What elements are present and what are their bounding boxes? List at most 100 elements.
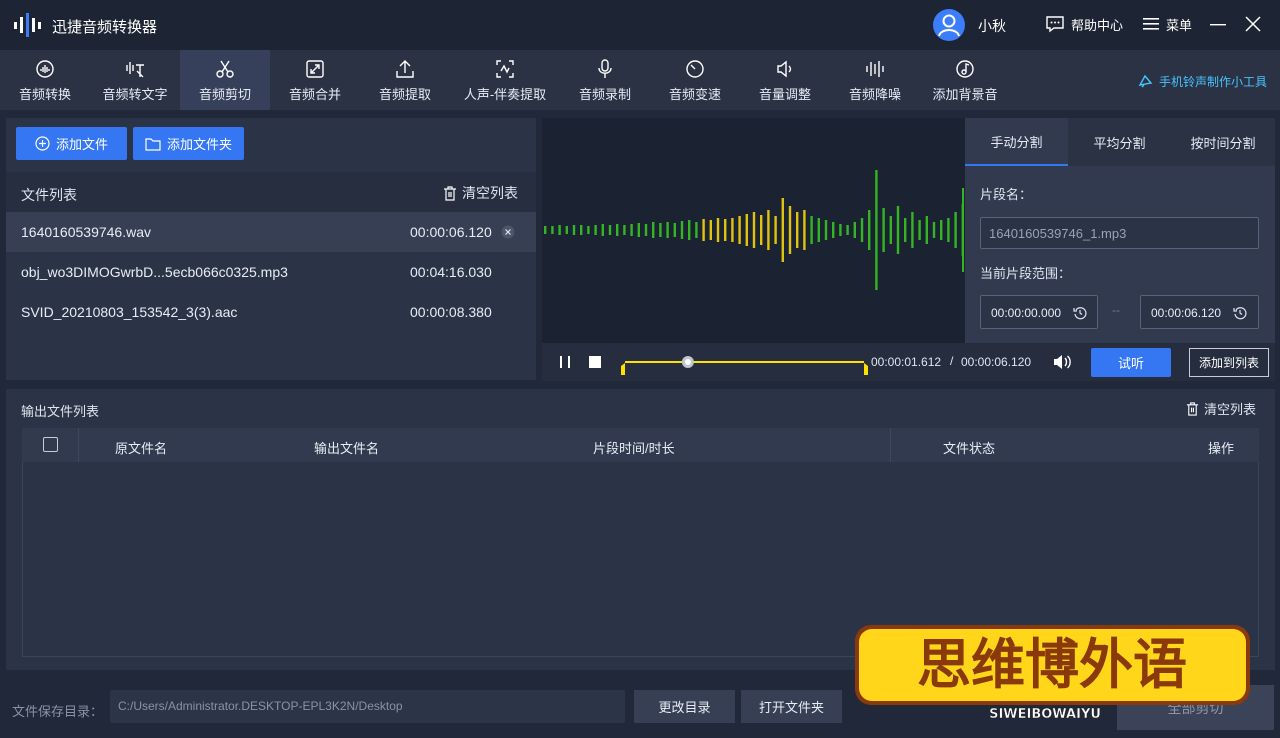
feature-toolbar: 音频转换 音频转文字 音频剪切 音频合并 音频提取 人声-伴奏提取 音频录制 音… <box>0 50 1280 110</box>
tool-label: 音量调整 <box>758 87 811 102</box>
waveform-bar <box>760 215 763 245</box>
tool-label: 音频转文字 <box>102 87 168 102</box>
tool-label: 音频剪切 <box>198 87 251 102</box>
add-folder-button[interactable]: 添加文件夹 <box>133 127 244 160</box>
help-label: 帮助中心 <box>1071 17 1124 33</box>
waveform-bar <box>565 226 568 234</box>
waveform-bar <box>803 210 806 250</box>
waveform-bar <box>860 218 864 242</box>
tab-audio-record[interactable]: 音频录制 <box>560 50 650 110</box>
title-bar: 迅捷音频转换器 小秋 帮助中心 菜单 <box>0 0 1280 50</box>
tab-audio-convert[interactable]: 音频转换 <box>0 50 90 110</box>
audio-convert-icon <box>36 60 54 78</box>
stop-icon[interactable] <box>589 356 601 368</box>
column-header: 输出文件名 <box>314 441 380 456</box>
tab-audio-cut[interactable]: 音频剪切 <box>180 50 270 110</box>
speed-icon <box>686 60 704 78</box>
menu-label: 菜单 <box>1166 17 1193 33</box>
menu-button[interactable]: 菜单 <box>1142 13 1192 35</box>
playhead-handle[interactable] <box>681 356 694 368</box>
waveform-bar <box>853 222 856 238</box>
tab-vocal-extract[interactable]: 人声-伴奏提取 <box>450 50 560 110</box>
file-row[interactable]: SVID_20210803_153542_3(3).aac 00:00:08.3… <box>6 292 536 332</box>
current-time: 00:00:01.612 <box>871 355 942 369</box>
help-center-button[interactable]: 帮助中心 <box>1045 13 1123 35</box>
username[interactable]: 小秋 <box>978 16 1006 36</box>
save-path-field[interactable]: C:/Users/Administrator.DESKTOP-EPL3K2N/D… <box>110 690 625 723</box>
waveform-bar <box>904 218 907 242</box>
tab-volume-adjust[interactable]: 音量调整 <box>740 50 830 110</box>
waveform-bar <box>810 216 813 244</box>
watermark-logo: 思维博外语 SIWEIBOWAIYU <box>855 625 1250 722</box>
range-end-handle[interactable] <box>864 363 868 375</box>
range-start-input[interactable]: 00:00:00.000 <box>980 295 1098 329</box>
range-start-handle[interactable] <box>621 363 625 375</box>
tool-label: 音频提取 <box>378 87 431 102</box>
waveform-bar <box>839 224 842 236</box>
waveform-bar <box>544 226 547 234</box>
close-icon[interactable] <box>1242 13 1264 35</box>
volume-icon[interactable] <box>1052 353 1072 371</box>
column-header: 文件状态 <box>943 441 996 456</box>
tab-average-split[interactable]: 平均分割 <box>1068 118 1171 166</box>
waveform-bar <box>932 222 936 238</box>
user-avatar[interactable] <box>933 9 965 41</box>
waveform-bar <box>587 226 590 234</box>
tab-audio-speed[interactable]: 音频变速 <box>650 50 740 110</box>
history-reset-icon[interactable] <box>1073 306 1087 320</box>
file-duration: 00:00:06.120 <box>410 224 492 240</box>
tab-audio-denoise[interactable]: 音频降噪 <box>830 50 920 110</box>
save-dir-label: 文件保存目录： <box>12 704 104 719</box>
range-end-input[interactable]: 00:00:06.120 <box>1140 295 1259 329</box>
total-time: 00:00:06.120 <box>961 355 1032 369</box>
pause-icon[interactable] <box>558 355 572 369</box>
add-to-list-button[interactable]: 添加到列表 <box>1189 348 1269 377</box>
range-end-value: 00:00:06.120 <box>1151 306 1222 320</box>
waveform-bar <box>623 225 626 235</box>
waveform-bar <box>752 212 756 248</box>
waveform-bar <box>911 212 914 248</box>
trash-icon <box>1186 401 1199 416</box>
file-row[interactable]: obj_wo3DIMOGwrbD...5ecb066c0325.mp3 00:0… <box>6 252 536 292</box>
waveform-bar <box>558 225 561 235</box>
file-duration: 00:04:16.030 <box>410 264 492 280</box>
select-all-checkbox[interactable] <box>43 437 58 452</box>
history-reset-icon[interactable] <box>1233 306 1247 320</box>
file-list-title: 文件列表 <box>21 187 77 203</box>
open-folder-button[interactable]: 打开文件夹 <box>741 690 842 723</box>
waveform-bar <box>608 225 612 235</box>
file-row[interactable]: 1640160539746.wav 00:00:06.120 <box>6 212 536 252</box>
waveform-bar <box>788 206 792 254</box>
trash-icon <box>444 185 456 201</box>
range-slider[interactable] <box>617 351 873 377</box>
ringtone-tool-label: 手机铃声制作小工具 <box>1159 75 1268 89</box>
tool-label: 人声-伴奏提取 <box>463 87 547 102</box>
waveform-view[interactable] <box>542 118 965 343</box>
segment-name-input[interactable]: 1640160539746_1.mp3 <box>980 217 1259 249</box>
tab-audio-merge[interactable]: 音频合并 <box>270 50 360 110</box>
waveform-bar <box>659 223 662 237</box>
waveform-bar <box>738 216 741 244</box>
music-disc-icon <box>956 60 974 78</box>
clear-label: 清空列表 <box>1204 402 1257 417</box>
clear-file-list-button[interactable]: 清空列表 <box>443 183 518 203</box>
change-dir-button[interactable]: 更改目录 <box>634 690 735 723</box>
tab-time-split[interactable]: 按时间分割 <box>1171 118 1275 166</box>
tab-audio-extract[interactable]: 音频提取 <box>360 50 450 110</box>
waveform-bar <box>925 216 928 244</box>
waveform-bar <box>688 220 691 240</box>
minimize-icon[interactable] <box>1207 13 1229 35</box>
preview-button[interactable]: 试听 <box>1091 348 1171 377</box>
clear-output-list-button[interactable]: 清空列表 <box>1186 399 1256 418</box>
tab-audio-to-text[interactable]: 音频转文字 <box>90 50 180 110</box>
waveform-bar <box>580 225 583 235</box>
merge-icon <box>306 60 324 78</box>
tab-add-background-music[interactable]: 添加背景音 <box>920 50 1010 110</box>
tool-label: 音频变速 <box>668 87 721 102</box>
add-file-button[interactable]: 添加文件 <box>16 127 127 160</box>
ringtone-tool-link[interactable]: 手机铃声制作小工具 <box>1137 73 1267 90</box>
tab-manual-split[interactable]: 手动分割 <box>965 118 1068 166</box>
file-name: SVID_20210803_153542_3(3).aac <box>21 304 238 320</box>
remove-file-icon[interactable] <box>501 225 515 239</box>
file-name: obj_wo3DIMOGwrbD...5ecb066c0325.mp3 <box>21 264 288 280</box>
